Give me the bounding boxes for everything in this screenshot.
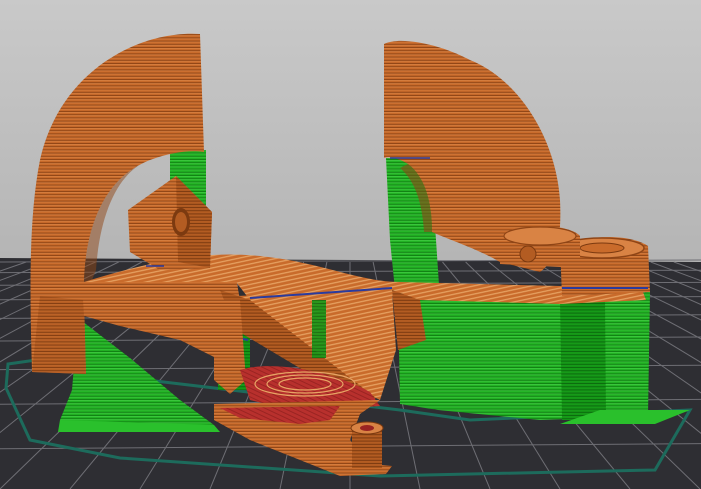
sliced-model-scene[interactable] xyxy=(0,0,701,489)
inner-support-column xyxy=(312,300,326,358)
gcode-preview-viewport[interactable] xyxy=(0,0,701,489)
